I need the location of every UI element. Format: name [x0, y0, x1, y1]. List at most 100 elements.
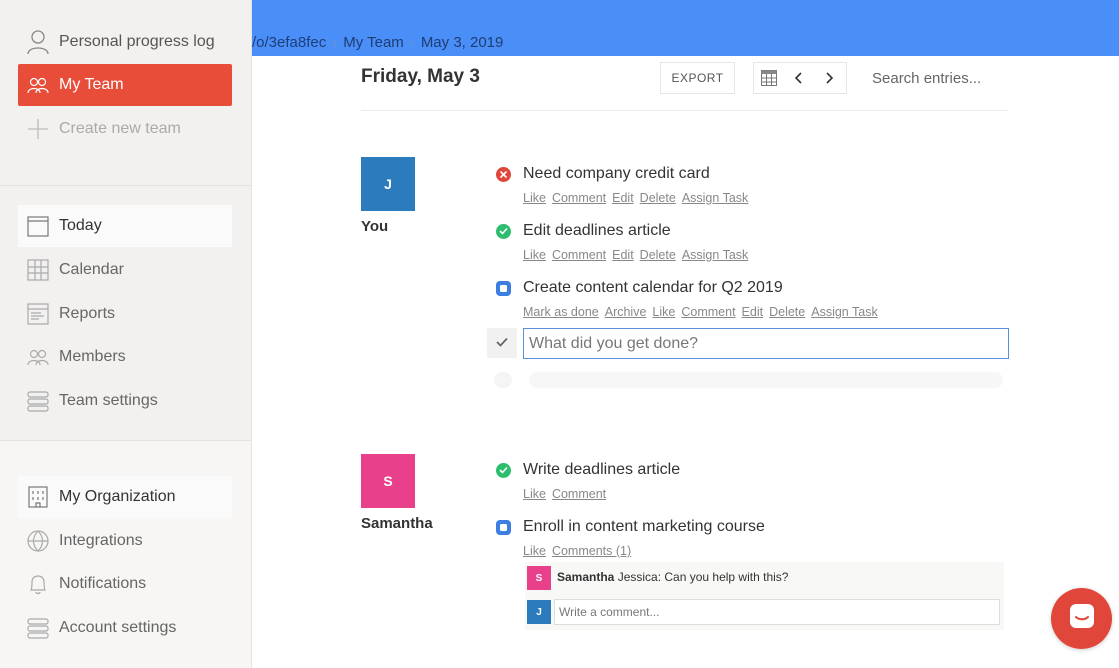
edit-link[interactable]: Edit [612, 248, 634, 262]
comment-link[interactable]: Comment [681, 305, 735, 319]
user-name: You [361, 218, 389, 235]
done-status-icon[interactable] [496, 223, 511, 239]
entry-text[interactable]: Create content calendar for Q2 2019 [523, 279, 783, 297]
mark-as-done-link[interactable]: Mark as done [523, 305, 599, 319]
comment-thread: S Samantha Jessica: Can you help with th… [525, 562, 1004, 630]
chevron-right-icon[interactable] [814, 63, 844, 93]
comment-text: Jessica: Can you help with this? [617, 570, 789, 584]
sidebar-item-label: Notifications [59, 575, 147, 592]
top-bar: /o/3efa8fec › My Team › May 3, 2019 [252, 0, 1119, 56]
comment-link[interactable]: Comment [552, 191, 606, 205]
bell-icon [27, 573, 49, 595]
members-icon [27, 346, 49, 368]
avatar: J [527, 600, 551, 624]
done-status-icon[interactable] [496, 462, 511, 478]
sidebar-item-personal-progress-log[interactable]: Personal progress log [18, 21, 232, 63]
sidebar-item-integrations[interactable]: Integrations [18, 520, 232, 562]
comments-link[interactable]: Comments (1) [552, 544, 631, 558]
sidebar-item-notifications[interactable]: Notifications [18, 563, 232, 605]
placeholder-dot [494, 372, 512, 388]
sidebar-item-label: Calendar [59, 261, 124, 278]
avatar[interactable]: S [361, 454, 415, 508]
entry-actions: Like Comment Edit Delete Assign Task [523, 248, 754, 262]
like-link[interactable]: Like [523, 487, 546, 501]
comment-link[interactable]: Comment [552, 487, 606, 501]
sidebar-item-account-settings[interactable]: Account settings [18, 607, 232, 649]
checkmark-icon [496, 334, 508, 352]
assign-task-link[interactable]: Assign Task [682, 191, 748, 205]
header-divider [361, 110, 1008, 111]
like-link[interactable]: Like [652, 305, 675, 319]
sidebar-item-today[interactable]: Today [18, 205, 232, 247]
entry-text[interactable]: Need company credit card [523, 165, 710, 183]
settings-icon [27, 390, 49, 412]
assign-task-link[interactable]: Assign Task [682, 248, 748, 262]
user-icon [27, 30, 49, 55]
entry-text[interactable]: Write deadlines article [523, 461, 680, 479]
list-item: Need company credit card [496, 165, 710, 183]
like-link[interactable]: Like [523, 248, 546, 262]
globe-icon [27, 530, 49, 552]
team-icon [27, 74, 49, 96]
entry-actions: Like Comments (1) [523, 544, 637, 558]
export-button[interactable]: EXPORT [660, 62, 735, 94]
grid-icon [27, 259, 49, 281]
edit-link[interactable]: Edit [612, 191, 634, 205]
sidebar-item-team-settings[interactable]: Team settings [18, 380, 232, 422]
todo-status-icon[interactable] [496, 280, 511, 296]
list-item: Edit deadlines article [496, 222, 671, 240]
sidebar-item-reports[interactable]: Reports [18, 293, 232, 335]
entry-status-toggle[interactable] [487, 328, 517, 358]
archive-link[interactable]: Archive [605, 305, 647, 319]
sidebar-item-label: My Organization [59, 488, 176, 505]
sidebar-item-my-organization[interactable]: My Organization [18, 476, 232, 518]
plus-icon [27, 118, 49, 140]
entry-actions: Like Comment [523, 487, 612, 501]
like-link[interactable]: Like [523, 191, 546, 205]
breadcrumb-org[interactable]: /o/3efa8fec [252, 34, 326, 51]
calendar-day-icon [27, 215, 49, 237]
delete-link[interactable]: Delete [640, 248, 676, 262]
entry-actions: Mark as done Archive Like Comment Edit Delete… [523, 305, 884, 319]
sidebar-item-create-new-team[interactable]: Create new team [18, 108, 232, 150]
avatar: S [527, 566, 551, 590]
assign-task-link[interactable]: Assign Task [811, 305, 877, 319]
page-title: Friday, May 3 [361, 66, 480, 87]
settings-icon [27, 617, 49, 639]
sidebar-item-label: Reports [59, 305, 116, 322]
sidebar: Personal progress log My Team Create new… [0, 0, 252, 668]
building-icon [27, 486, 49, 508]
blocked-status-icon[interactable] [496, 166, 511, 182]
new-entry-input[interactable] [523, 328, 1009, 359]
sidebar-item-label: My Team [59, 76, 124, 93]
sidebar-item-label: Personal progress log [59, 33, 215, 50]
report-icon [27, 303, 49, 325]
sidebar-section-account: My Organization Integrations Notificatio… [0, 440, 251, 668]
sidebar-item-my-team[interactable]: My Team [18, 64, 232, 106]
sidebar-item-label: Integrations [59, 532, 143, 549]
sidebar-section-personal: Personal progress log My Team Create new… [0, 0, 251, 184]
entry-text[interactable]: Enroll in content marketing course [523, 518, 765, 536]
delete-link[interactable]: Delete [640, 191, 676, 205]
entry-text[interactable]: Edit deadlines article [523, 222, 671, 240]
breadcrumb-team[interactable]: My Team [343, 34, 404, 51]
chevron-left-icon[interactable] [784, 63, 814, 93]
sidebar-item-members[interactable]: Members [18, 336, 232, 378]
comment-link[interactable]: Comment [552, 248, 606, 262]
edit-link[interactable]: Edit [742, 305, 764, 319]
breadcrumb: /o/3efa8fec › My Team › May 3, 2019 [252, 34, 503, 51]
sidebar-item-calendar[interactable]: Calendar [18, 249, 232, 291]
todo-status-icon[interactable] [496, 519, 511, 535]
like-link[interactable]: Like [523, 544, 546, 558]
avatar[interactable]: J [361, 157, 415, 211]
breadcrumb-date: May 3, 2019 [420, 34, 504, 51]
search-input[interactable] [864, 62, 1009, 94]
sidebar-item-label: Create new team [59, 120, 181, 137]
list-item: Create content calendar for Q2 2019 [496, 279, 783, 297]
calendar-icon[interactable] [754, 63, 784, 93]
delete-link[interactable]: Delete [769, 305, 805, 319]
chat-icon [1068, 602, 1096, 635]
comment-input[interactable] [554, 599, 1000, 625]
breadcrumb-separator: › [409, 34, 415, 51]
chat-support-button[interactable] [1051, 588, 1112, 649]
